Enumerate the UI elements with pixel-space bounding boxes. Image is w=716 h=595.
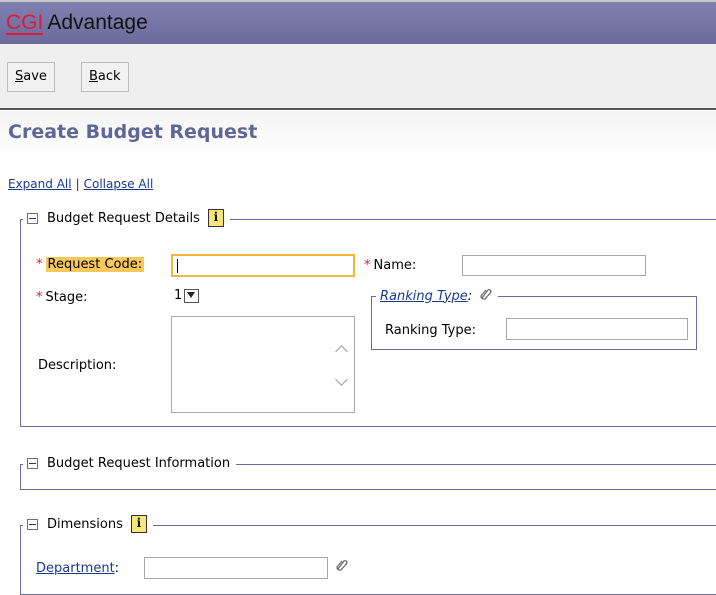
- ranking-type-legend: Ranking Type:: [376, 287, 499, 305]
- page-title: Create Budget Request: [8, 121, 258, 143]
- request-code-input[interactable]: [171, 254, 355, 277]
- chevron-down-icon[interactable]: [184, 288, 200, 303]
- info-icon[interactable]: i: [130, 515, 147, 533]
- save-button[interactable]: Save: [7, 62, 55, 92]
- expand-all-link[interactable]: Expand All: [8, 177, 72, 191]
- name-label-text: Name:: [373, 258, 417, 273]
- info-icon[interactable]: i: [207, 209, 224, 227]
- stage-label: * Stage:: [36, 290, 87, 305]
- name-label: * Name:: [364, 258, 416, 273]
- app-logo: CGI Advantage: [6, 11, 148, 35]
- back-label-rest: ack: [97, 69, 121, 84]
- department-label: Department:: [36, 561, 119, 576]
- department-input[interactable]: [144, 557, 328, 579]
- name-input[interactable]: [462, 255, 646, 276]
- required-marker: *: [364, 258, 371, 273]
- expand-collapse-links: Expand All | Collapse All: [8, 177, 153, 191]
- back-button[interactable]: Back: [81, 62, 129, 92]
- text-caret: [177, 259, 178, 273]
- stage-value: 1: [174, 288, 183, 303]
- collapse-toggle-icon[interactable]: [27, 212, 38, 224]
- details-section-title: Budget Request Details: [47, 210, 200, 226]
- dimensions-section: Dimensions i: [20, 515, 716, 595]
- ranking-type-label: Ranking Type:: [385, 323, 476, 338]
- back-accesskey: B: [89, 69, 98, 84]
- toolbar: Save Back: [0, 44, 716, 110]
- information-legend: Budget Request Information: [23, 456, 237, 471]
- dimensions-legend: Dimensions i: [23, 515, 153, 533]
- title-bar: Create Budget Request: [0, 111, 716, 155]
- collapse-toggle-icon[interactable]: [27, 518, 38, 530]
- information-section-title: Budget Request Information: [47, 456, 231, 471]
- budget-request-information-section: Budget Request Information: [20, 456, 716, 490]
- scroll-down-icon[interactable]: [335, 373, 348, 386]
- required-marker: *: [36, 290, 43, 305]
- department-link[interactable]: Department: [36, 561, 115, 576]
- description-textarea[interactable]: [171, 316, 355, 413]
- collapse-toggle-icon[interactable]: [27, 458, 38, 469]
- ranking-type-link[interactable]: Ranking Type: [380, 289, 468, 304]
- stage-select[interactable]: 1: [174, 288, 200, 303]
- paperclip-icon[interactable]: [478, 287, 492, 305]
- department-colon: :: [114, 561, 120, 576]
- collapse-all-link[interactable]: Collapse All: [84, 177, 154, 191]
- description-label: Description:: [38, 358, 117, 373]
- details-legend: Budget Request Details i: [23, 209, 230, 227]
- save-label-rest: ave: [23, 69, 47, 84]
- brand-cgi: CGI: [6, 11, 44, 35]
- links-separator: |: [75, 177, 80, 191]
- ranking-type-input[interactable]: [506, 318, 688, 340]
- brand-name: Advantage: [47, 11, 148, 34]
- app-header: CGI Advantage: [0, 0, 716, 44]
- ranking-type-colon: :: [467, 288, 473, 304]
- scroll-up-icon[interactable]: [335, 345, 348, 358]
- request-code-label: * Request Code:: [36, 257, 145, 272]
- dimensions-section-title: Dimensions: [47, 516, 123, 532]
- paperclip-icon[interactable]: [334, 557, 348, 577]
- required-marker: *: [36, 257, 43, 272]
- request-code-label-text: Request Code:: [45, 257, 145, 272]
- stage-label-text: Stage:: [45, 290, 88, 305]
